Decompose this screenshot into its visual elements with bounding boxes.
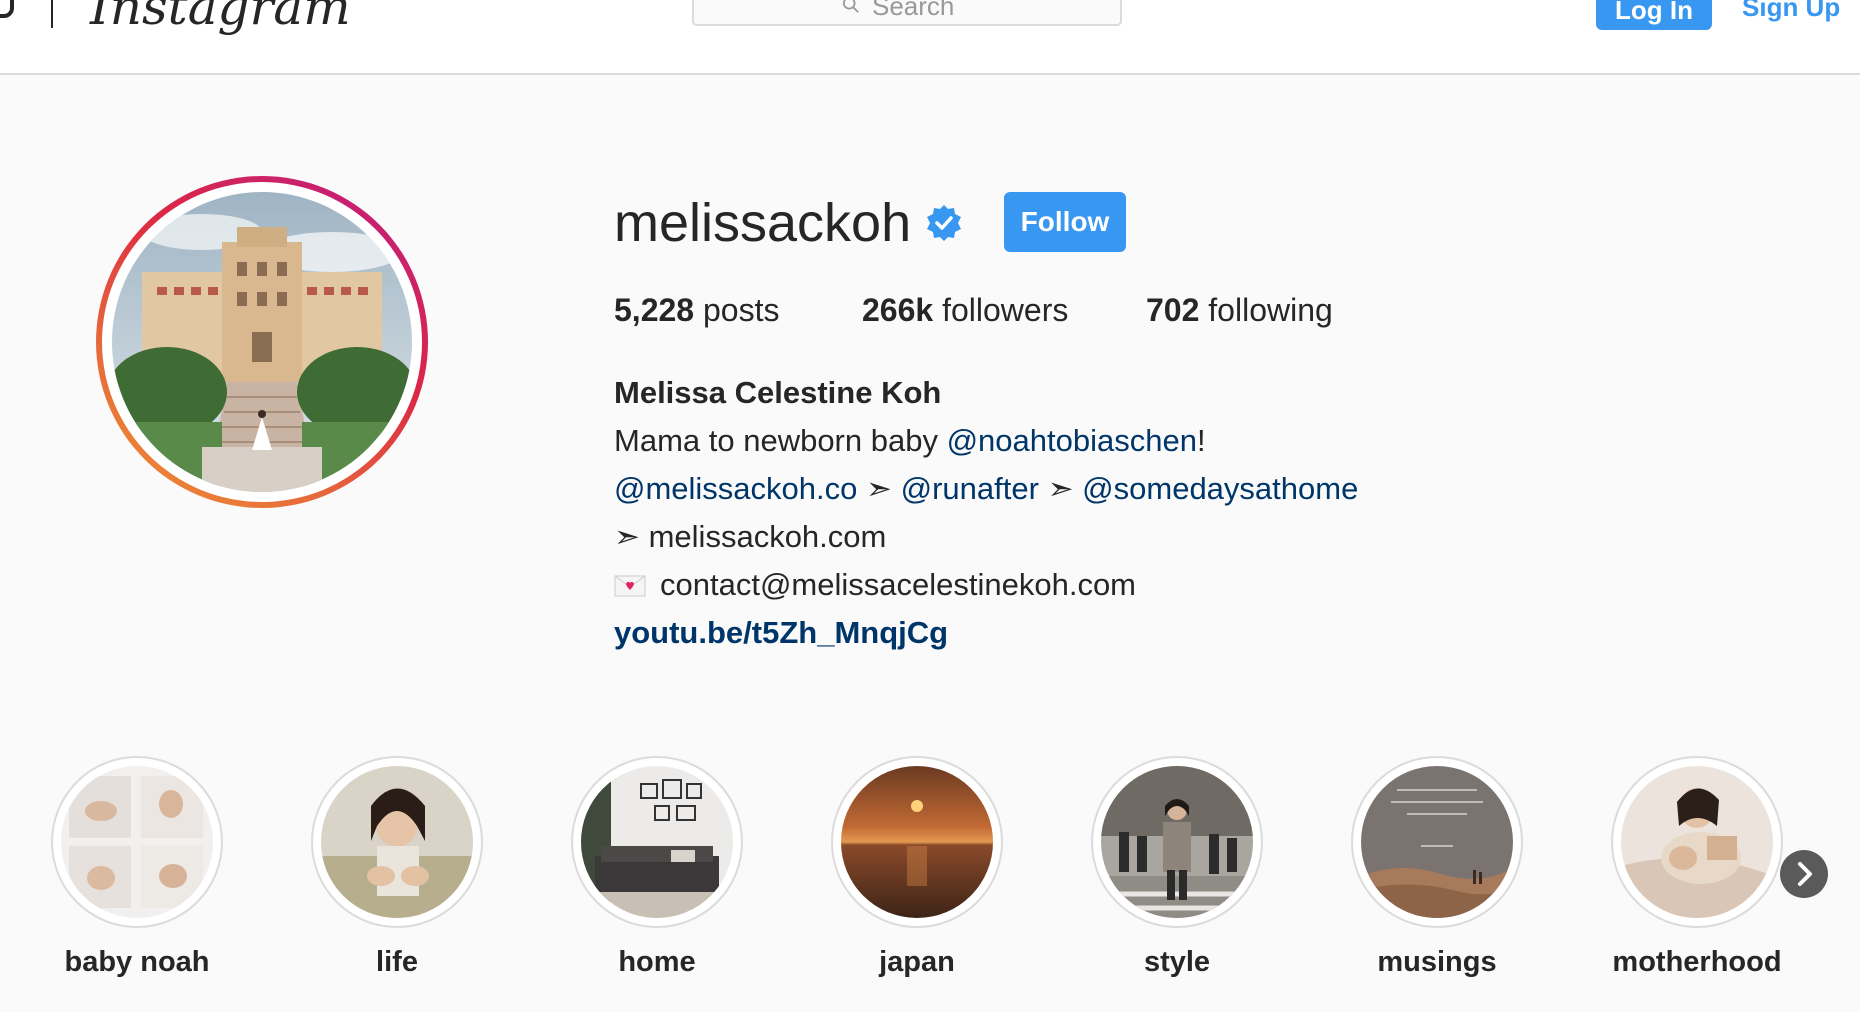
bio-line-1: Mama to newborn baby @noahtobiaschen! (614, 421, 1206, 461)
follow-button[interactable]: Follow (1004, 192, 1126, 252)
posts-label: posts (702, 292, 780, 328)
bio-text: Mama to newborn baby (614, 423, 947, 458)
highlight-item[interactable]: home (571, 756, 743, 978)
avatar[interactable] (112, 192, 412, 492)
highlight-label: style (1143, 946, 1211, 978)
mention-link-noahtobiaschen[interactable]: @noahtobiaschen (947, 423, 1197, 458)
highlight-label: japan (879, 946, 955, 978)
highlight-label: life (376, 946, 418, 978)
highlight-ring (1091, 756, 1263, 928)
highlight-cover-musings (1361, 766, 1513, 918)
arrow-glyph: ➣ (866, 471, 892, 506)
mention-link-runafter[interactable]: @runafter (901, 471, 1039, 506)
followers-label: followers (942, 292, 1069, 328)
highlight-label: home (618, 946, 696, 978)
bio-line-4: contact@melissacelestinekoh.com (614, 565, 1136, 605)
arrow-glyph: ➣ (1047, 471, 1074, 506)
profile-username: melissackoh (614, 193, 912, 253)
highlight-item[interactable]: japan (831, 756, 1003, 978)
search-input[interactable]: Search (692, 0, 1122, 26)
highlight-cover-baby-noah (61, 766, 213, 918)
search-icon (842, 0, 859, 13)
search-placeholder: Search (872, 0, 955, 21)
bio-line-2: @melissackoh.co ➣ @runafter ➣ @somedaysa… (614, 469, 1358, 509)
highlight-cover-motherhood (1621, 766, 1773, 918)
sign-up-link[interactable]: Sign Up (1742, 0, 1840, 23)
highlight-ring (571, 756, 743, 928)
bio-website-text: melissackoh.com (648, 519, 887, 554)
avatar-border (102, 182, 422, 502)
posts-count: 5,228 (614, 292, 695, 328)
following-stat[interactable]: 702 following (1146, 292, 1333, 329)
highlight-ring (1611, 756, 1783, 928)
log-in-button[interactable]: Log In (1596, 0, 1712, 30)
highlight-item[interactable]: motherhood (1611, 756, 1783, 978)
highlight-label: musings (1377, 946, 1497, 978)
top-nav-bar: Instagram Search Log In Sign Up (0, 0, 1860, 75)
following-label: following (1208, 292, 1333, 328)
verified-badge-icon (927, 205, 961, 241)
profile-avatar-ring[interactable] (96, 176, 428, 508)
highlight-cover-japan (841, 766, 993, 918)
instagram-camera-icon[interactable] (0, 0, 14, 18)
highlight-item[interactable]: musings (1351, 756, 1523, 978)
highlight-ring (311, 756, 483, 928)
arrow-glyph: ➣ (614, 519, 640, 554)
mention-link-melissackoh-co[interactable]: @melissackoh.co (614, 471, 857, 506)
highlight-item[interactable]: style (1091, 756, 1263, 978)
logo-divider (51, 0, 53, 28)
posts-count-stat: 5,228 posts (614, 292, 779, 329)
followers-count: 266k (862, 292, 934, 328)
highlight-cover-home (581, 766, 733, 918)
highlight-ring (51, 756, 223, 928)
highlight-cover-style (1101, 766, 1253, 918)
highlight-label: baby noah (64, 946, 210, 978)
external-website-link[interactable]: youtu.be/t5Zh_MnqjCg (614, 613, 948, 653)
following-count: 702 (1146, 292, 1200, 328)
highlight-item[interactable]: life (311, 756, 483, 978)
highlights-next-button[interactable] (1780, 850, 1828, 898)
avatar-palace-image (112, 192, 412, 492)
highlight-label: motherhood (1612, 946, 1782, 978)
full-name: Melissa Celestine Koh (614, 375, 942, 410)
bio-line-3: ➣ melissackoh.com (614, 517, 886, 557)
highlight-ring (1351, 756, 1523, 928)
bio-text-suffix: ! (1196, 423, 1206, 458)
love-letter-icon (614, 575, 646, 597)
highlight-item[interactable]: baby noah (51, 756, 223, 978)
instagram-wordmark[interactable]: Instagram (90, 0, 351, 36)
bio-email-text: contact@melissacelestinekoh.com (660, 567, 1137, 602)
highlight-ring (831, 756, 1003, 928)
chevron-right-icon (1798, 862, 1812, 886)
highlight-cover-life (321, 766, 473, 918)
mention-link-somedaysathome[interactable]: @somedaysathome (1082, 471, 1358, 506)
followers-stat[interactable]: 266k followers (862, 292, 1068, 329)
